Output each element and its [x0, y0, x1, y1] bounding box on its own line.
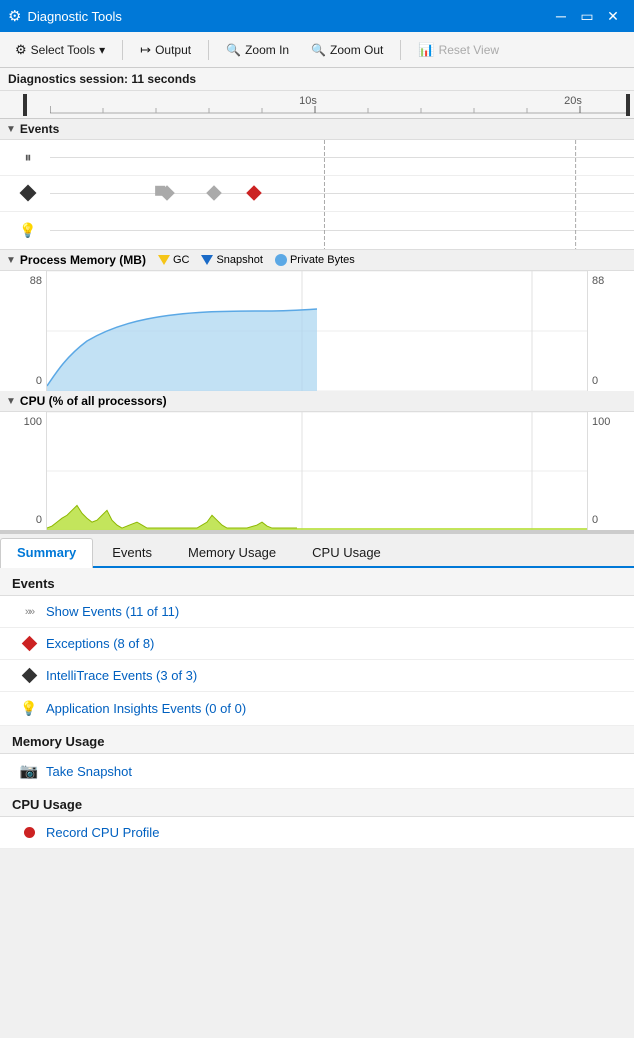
- gc-triangle-icon: [158, 255, 170, 265]
- timeline-ruler: 10s 20s: [0, 91, 634, 119]
- event-row-bulb: 💡: [0, 212, 634, 249]
- gc-legend: GC: [158, 254, 190, 266]
- title-bar-controls: ─ ▭ ✕: [548, 3, 626, 29]
- minimize-button[interactable]: ─: [548, 3, 574, 29]
- diamond-icon-cell: [6, 187, 50, 199]
- private-bytes-circle-icon: [275, 254, 287, 266]
- events-section-header[interactable]: ▼ Events: [0, 119, 634, 140]
- toolbar: ⚙ Select Tools ▾ ↦ Output 🔍 Zoom In 🔍 Zo…: [0, 32, 634, 68]
- intellitrace-icon: [20, 670, 38, 681]
- bottom-panel: Summary Events Memory Usage CPU Usage Ev…: [0, 534, 634, 849]
- output-button[interactable]: ↦ Output: [131, 38, 200, 62]
- tab-events[interactable]: Events: [95, 538, 169, 566]
- reset-view-icon: 📊: [418, 42, 434, 58]
- zoom-out-button[interactable]: 🔍 Zoom Out: [302, 39, 392, 61]
- title-bar: ⚙ Diagnostic Tools ─ ▭ ✕: [0, 0, 634, 32]
- cpu-section-header[interactable]: ▼ CPU (% of all processors): [0, 391, 634, 412]
- record-icon-cell: [20, 827, 38, 838]
- window-title: Diagnostic Tools: [27, 9, 121, 24]
- event-track-bulb: [50, 212, 634, 249]
- title-bar-left: ⚙ Diagnostic Tools: [8, 7, 122, 25]
- toolbar-separator-2: [208, 40, 209, 60]
- event-track-diamonds: [50, 176, 634, 211]
- memory-usage-summary-title: Memory Usage: [0, 726, 634, 754]
- output-icon: ↦: [140, 42, 151, 58]
- app-insights-item[interactable]: 💡 Application Insights Events (0 of 0): [0, 692, 634, 726]
- private-bytes-legend: Private Bytes: [275, 254, 355, 266]
- exception-diamond-icon: [21, 636, 37, 652]
- events-summary-title: Events: [0, 568, 634, 596]
- session-bar: Diagnostics session: 11 seconds: [0, 68, 634, 91]
- snapshot-legend: Snapshot: [201, 254, 262, 266]
- exceptions-icon: [20, 638, 38, 649]
- dropdown-arrow-icon: ▾: [99, 43, 105, 57]
- reset-view-button[interactable]: 📊 Reset View: [409, 38, 508, 62]
- camera-icon: 📷: [20, 762, 39, 780]
- memory-section-header[interactable]: ▼ Process Memory (MB) GC Snapshot Privat…: [0, 250, 634, 271]
- exceptions-item[interactable]: Exceptions (8 of 8): [0, 628, 634, 660]
- pause-icon: ⏸: [25, 149, 32, 166]
- close-button[interactable]: ✕: [600, 3, 626, 29]
- collapse-arrow-icon: ▼: [6, 124, 16, 135]
- cpu-usage-summary-title: CPU Usage: [0, 789, 634, 817]
- select-tools-button[interactable]: ⚙ Select Tools ▾: [6, 38, 114, 62]
- app-insights-bulb-icon: 💡: [20, 700, 37, 717]
- intellitrace-diamond-icon: [21, 668, 37, 684]
- app-insights-icon: 💡: [20, 700, 38, 717]
- cpu-collapse-icon: ▼: [6, 396, 16, 407]
- memory-chart-body: 88 0 88 0: [0, 271, 634, 391]
- intellitrace-item[interactable]: IntelliTrace Events (3 of 3): [0, 660, 634, 692]
- diamond-black-icon: [20, 185, 37, 202]
- svg-text:10s: 10s: [299, 95, 317, 107]
- record-circle-icon: [24, 827, 35, 838]
- zoom-out-icon: 🔍: [311, 43, 326, 57]
- lightbulb-icon: 💡: [19, 222, 36, 239]
- show-events-item[interactable]: »» Show Events (11 of 11): [0, 596, 634, 628]
- zoom-in-button[interactable]: 🔍 Zoom In: [217, 39, 298, 61]
- dots-icon: »»: [25, 606, 33, 618]
- camera-icon-cell: 📷: [20, 762, 38, 780]
- memory-y-labels-left: 88 0: [0, 271, 46, 391]
- memory-collapse-icon: ▼: [6, 255, 16, 266]
- take-snapshot-item[interactable]: 📷 Take Snapshot: [0, 754, 634, 789]
- gear-icon: ⚙: [8, 7, 21, 25]
- record-cpu-item[interactable]: Record CPU Profile: [0, 817, 634, 849]
- toolbar-separator: [122, 40, 123, 60]
- gear-icon: ⚙: [15, 42, 27, 58]
- memory-y-labels-right: 88 0: [588, 271, 634, 391]
- summary-content: Events »» Show Events (11 of 11) Excepti…: [0, 568, 634, 849]
- tab-cpu-usage[interactable]: CPU Usage: [295, 538, 398, 566]
- memory-chart-plot: [46, 271, 588, 391]
- tab-memory-usage[interactable]: Memory Usage: [171, 538, 293, 566]
- snapshot-triangle-icon: [201, 255, 213, 265]
- zoom-in-icon: 🔍: [226, 43, 241, 57]
- tab-bar: Summary Events Memory Usage CPU Usage: [0, 534, 634, 568]
- cpu-y-labels-right: 100 0: [588, 412, 634, 530]
- event-track-pause: [50, 140, 634, 175]
- show-events-icon: »»: [20, 606, 38, 618]
- event-row-pause: ⏸: [0, 140, 634, 176]
- restore-button[interactable]: ▭: [574, 3, 600, 29]
- tab-summary[interactable]: Summary: [0, 538, 93, 568]
- events-chart: ⏸: [0, 140, 634, 250]
- event-row-diamonds: [0, 176, 634, 212]
- cpu-chart-body: 100 0 100 0: [0, 412, 634, 532]
- cpu-chart-plot: [46, 412, 588, 530]
- svg-text:20s: 20s: [564, 95, 582, 107]
- pause-icon-cell: ⏸: [6, 149, 50, 166]
- toolbar-separator-3: [400, 40, 401, 60]
- charts-area: ▼ Events ⏸: [0, 119, 634, 534]
- cpu-y-labels-left: 100 0: [0, 412, 46, 530]
- bulb-icon-cell: 💡: [6, 222, 50, 239]
